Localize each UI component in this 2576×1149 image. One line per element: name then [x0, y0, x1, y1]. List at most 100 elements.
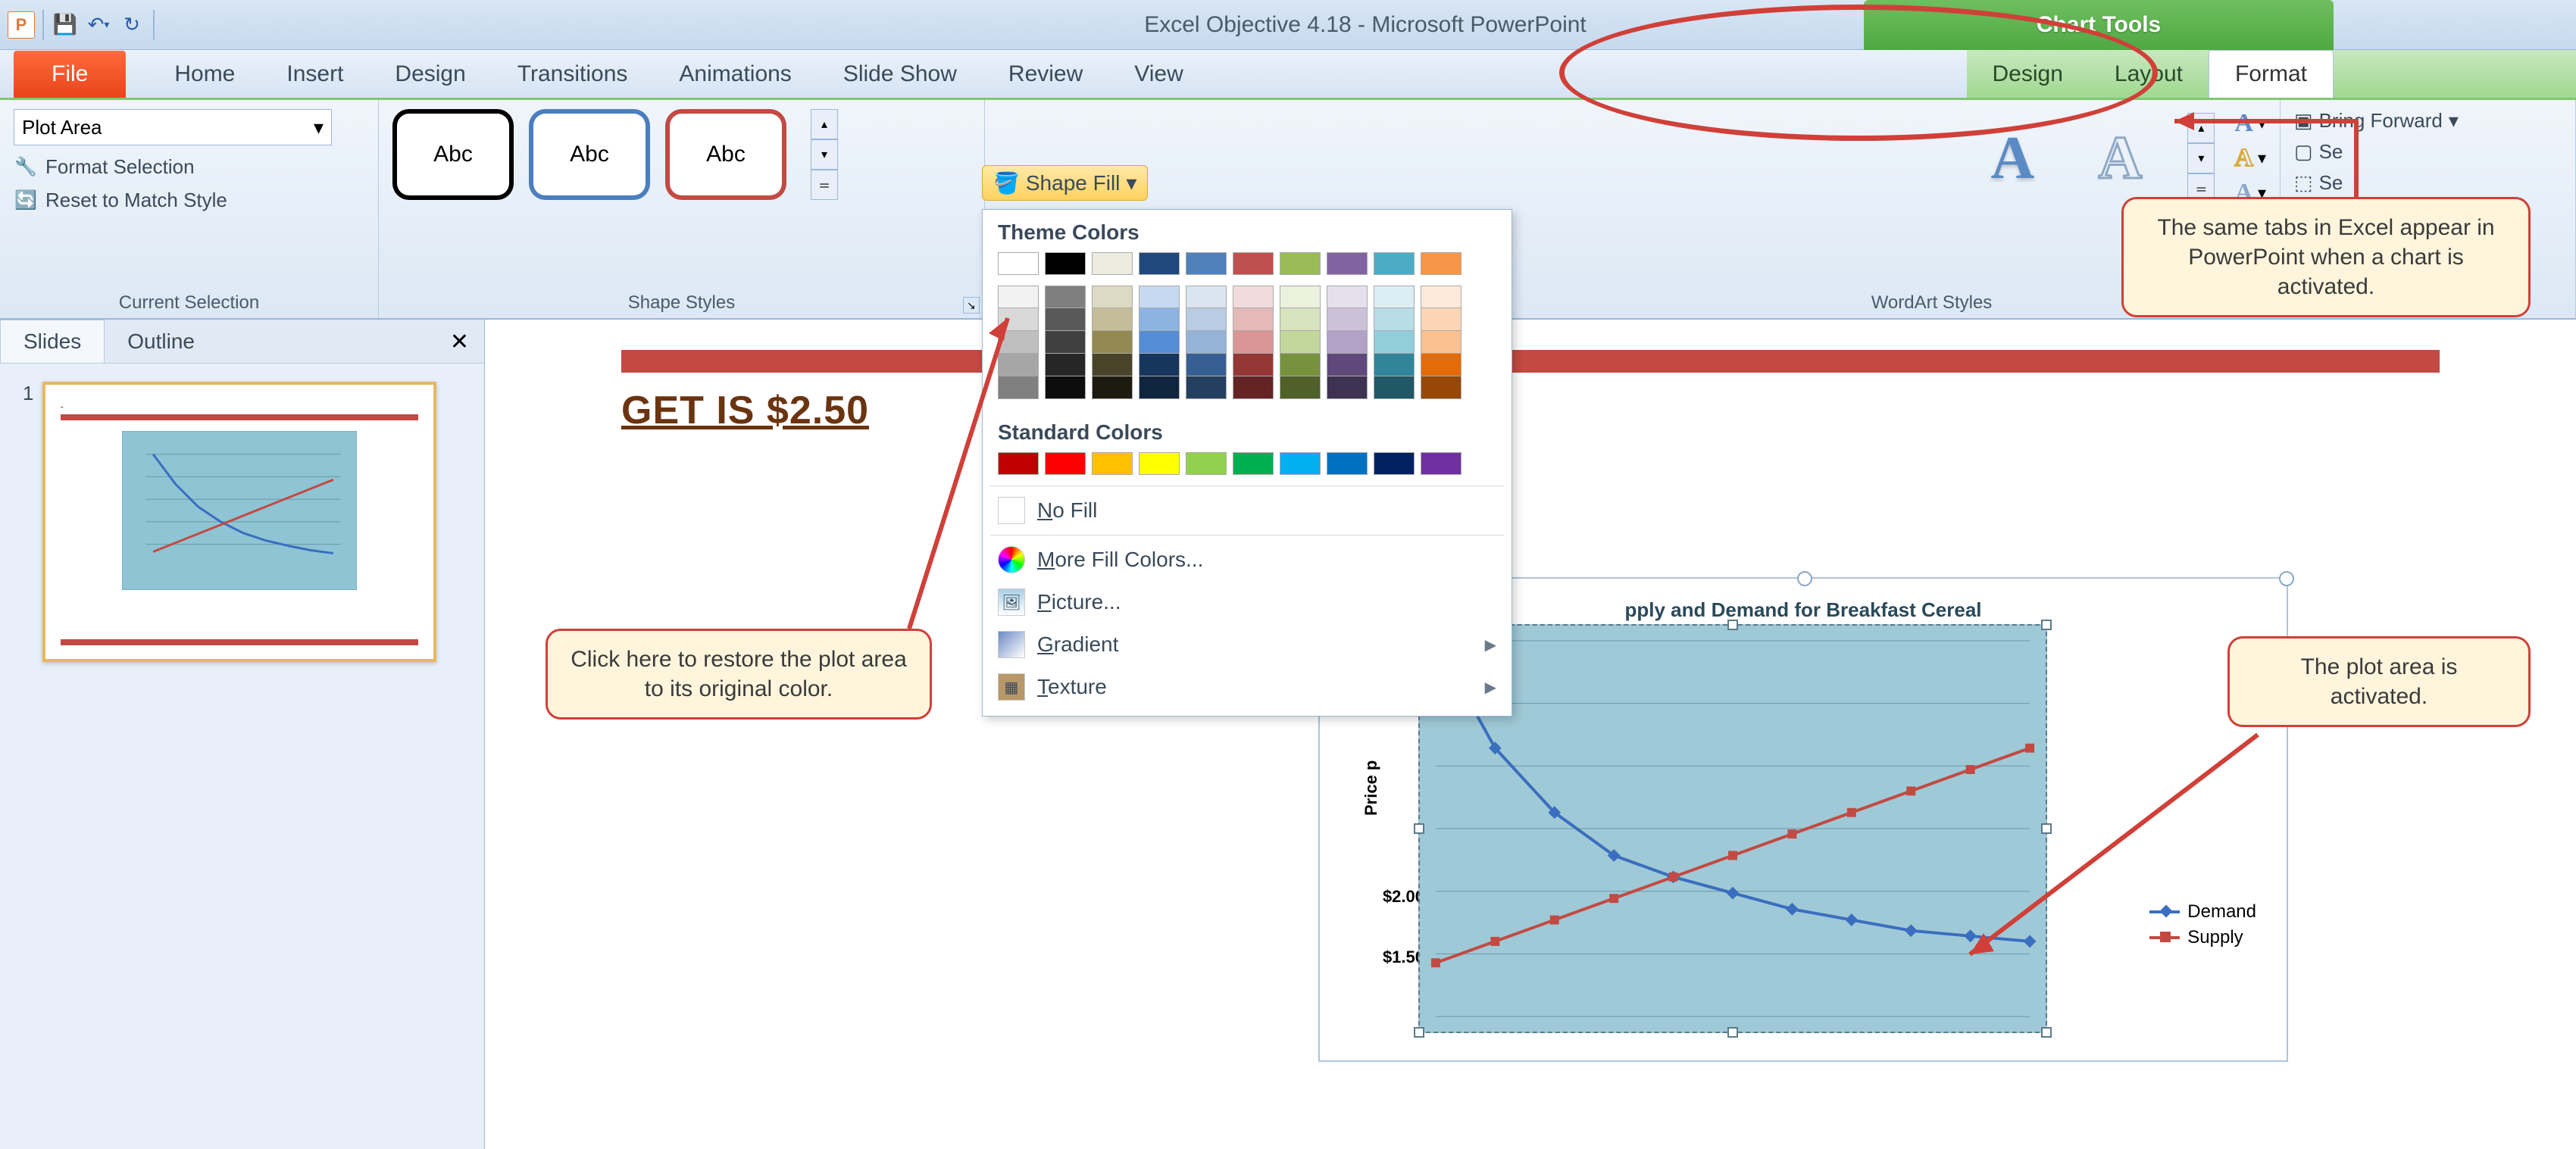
- gradient-fill-item[interactable]: Gradient ▶: [983, 623, 1512, 666]
- color-swatch[interactable]: [1092, 286, 1133, 308]
- no-fill-item[interactable]: No Fill: [983, 489, 1512, 532]
- color-swatch[interactable]: [1374, 452, 1415, 475]
- color-swatch[interactable]: [1139, 308, 1180, 331]
- color-swatch[interactable]: [1421, 354, 1462, 376]
- color-swatch[interactable]: [1139, 354, 1180, 376]
- color-swatch[interactable]: [1233, 452, 1274, 475]
- slides-tab[interactable]: Slides: [0, 320, 105, 363]
- selection-handle[interactable]: [1414, 823, 1424, 834]
- color-swatch[interactable]: [998, 252, 1039, 275]
- texture-fill-item[interactable]: ▦ Texture ▶: [983, 666, 1512, 708]
- shape-fill-button[interactable]: 🪣 Shape Fill ▾: [982, 165, 1148, 201]
- color-swatch[interactable]: [1327, 331, 1368, 354]
- color-swatch[interactable]: [1374, 286, 1415, 308]
- file-tab[interactable]: File: [14, 51, 126, 98]
- color-swatch[interactable]: [1374, 331, 1415, 354]
- selection-handle[interactable]: [2041, 1027, 2052, 1038]
- color-swatch[interactable]: [1280, 452, 1321, 475]
- tab-view[interactable]: View: [1108, 51, 1208, 98]
- color-swatch[interactable]: [1421, 376, 1462, 399]
- format-selection-button[interactable]: 🔧 Format Selection: [14, 155, 364, 179]
- tab-chart-layout[interactable]: Layout: [2089, 51, 2209, 98]
- slide-thumbnail-1[interactable]: 1: [23, 382, 461, 662]
- color-swatch[interactable]: [1092, 252, 1133, 275]
- color-swatch[interactable]: [1186, 376, 1227, 399]
- color-swatch[interactable]: [1139, 252, 1180, 275]
- color-swatch[interactable]: [1186, 286, 1227, 308]
- color-swatch[interactable]: [1327, 376, 1368, 399]
- more-fill-colors-item[interactable]: More Fill Colors...: [983, 539, 1512, 581]
- tab-chart-design[interactable]: Design: [1967, 51, 2089, 98]
- color-swatch[interactable]: [1092, 452, 1133, 475]
- color-swatch[interactable]: [1421, 308, 1462, 331]
- color-swatch[interactable]: [1092, 331, 1133, 354]
- color-swatch[interactable]: [1139, 286, 1180, 308]
- color-swatch[interactable]: [1280, 286, 1321, 308]
- tab-animations[interactable]: Animations: [653, 51, 817, 98]
- color-swatch[interactable]: [1374, 354, 1415, 376]
- color-swatch[interactable]: [1233, 376, 1274, 399]
- tab-home[interactable]: Home: [148, 51, 261, 98]
- outline-tab[interactable]: Outline: [105, 320, 217, 363]
- tab-design[interactable]: Design: [369, 51, 491, 98]
- chart-element-combo[interactable]: Plot Area ▾: [14, 109, 332, 145]
- selection-handle[interactable]: [1727, 1027, 1738, 1038]
- color-swatch[interactable]: [1139, 376, 1180, 399]
- color-swatch[interactable]: [1327, 308, 1368, 331]
- color-swatch[interactable]: [1139, 452, 1180, 475]
- color-swatch[interactable]: [1233, 308, 1274, 331]
- color-swatch[interactable]: [1045, 252, 1086, 275]
- tab-insert[interactable]: Insert: [261, 51, 369, 98]
- color-swatch[interactable]: [1092, 354, 1133, 376]
- selection-handle[interactable]: [1727, 620, 1738, 630]
- color-swatch[interactable]: [1233, 286, 1274, 308]
- color-swatch[interactable]: [1186, 452, 1227, 475]
- color-swatch[interactable]: [1374, 376, 1415, 399]
- gallery-more-icon[interactable]: ＝: [811, 170, 838, 200]
- tab-slideshow[interactable]: Slide Show: [818, 51, 983, 98]
- color-swatch[interactable]: [1186, 308, 1227, 331]
- redo-icon[interactable]: ↻: [118, 11, 145, 39]
- reset-to-match-style-button[interactable]: 🔄 Reset to Match Style: [14, 188, 364, 212]
- color-swatch[interactable]: [1327, 252, 1368, 275]
- color-swatch[interactable]: [1327, 286, 1368, 308]
- selection-handle[interactable]: [1414, 1027, 1424, 1038]
- color-swatch[interactable]: [1421, 331, 1462, 354]
- color-swatch[interactable]: [1421, 452, 1462, 475]
- color-swatch[interactable]: [1233, 354, 1274, 376]
- color-swatch[interactable]: [1280, 354, 1321, 376]
- color-swatch[interactable]: [1374, 308, 1415, 331]
- color-swatch[interactable]: [1280, 376, 1321, 399]
- color-swatch[interactable]: [1374, 252, 1415, 275]
- color-swatch[interactable]: [1233, 331, 1274, 354]
- color-swatch[interactable]: [1280, 308, 1321, 331]
- panel-close-icon[interactable]: ✕: [435, 321, 484, 363]
- tab-transitions[interactable]: Transitions: [492, 51, 654, 98]
- color-swatch[interactable]: [1327, 452, 1368, 475]
- tab-review[interactable]: Review: [983, 51, 1108, 98]
- color-swatch[interactable]: [1139, 331, 1180, 354]
- save-icon[interactable]: 💾: [52, 11, 79, 39]
- color-swatch[interactable]: [1233, 252, 1274, 275]
- tab-chart-format[interactable]: Format: [2209, 50, 2334, 98]
- undo-icon[interactable]: ↶ ▾: [85, 11, 112, 39]
- ribbon-tab-row: File Home Insert Design Transitions Anim…: [0, 50, 2576, 100]
- color-swatch[interactable]: [1327, 354, 1368, 376]
- color-swatch[interactable]: [1186, 354, 1227, 376]
- color-swatch[interactable]: [1421, 252, 1462, 275]
- gallery-down-icon[interactable]: ▾: [811, 139, 838, 170]
- color-swatch[interactable]: [1280, 252, 1321, 275]
- color-swatch[interactable]: [1421, 286, 1462, 308]
- gallery-up-icon[interactable]: ▴: [811, 109, 838, 139]
- picture-fill-item[interactable]: 🖼 Picture...: [983, 581, 1512, 623]
- color-swatch[interactable]: [1092, 308, 1133, 331]
- shape-style-sample-2[interactable]: Abc: [529, 109, 650, 200]
- color-swatch[interactable]: [1280, 331, 1321, 354]
- selection-handle[interactable]: [2041, 620, 2052, 630]
- wordart-sample-1[interactable]: A: [1963, 117, 2062, 200]
- color-swatch[interactable]: [1092, 376, 1133, 399]
- shape-style-sample-1[interactable]: Abc: [392, 109, 514, 200]
- color-swatch[interactable]: [1186, 252, 1227, 275]
- color-swatch[interactable]: [1186, 331, 1227, 354]
- shape-style-sample-3[interactable]: Abc: [665, 109, 786, 200]
